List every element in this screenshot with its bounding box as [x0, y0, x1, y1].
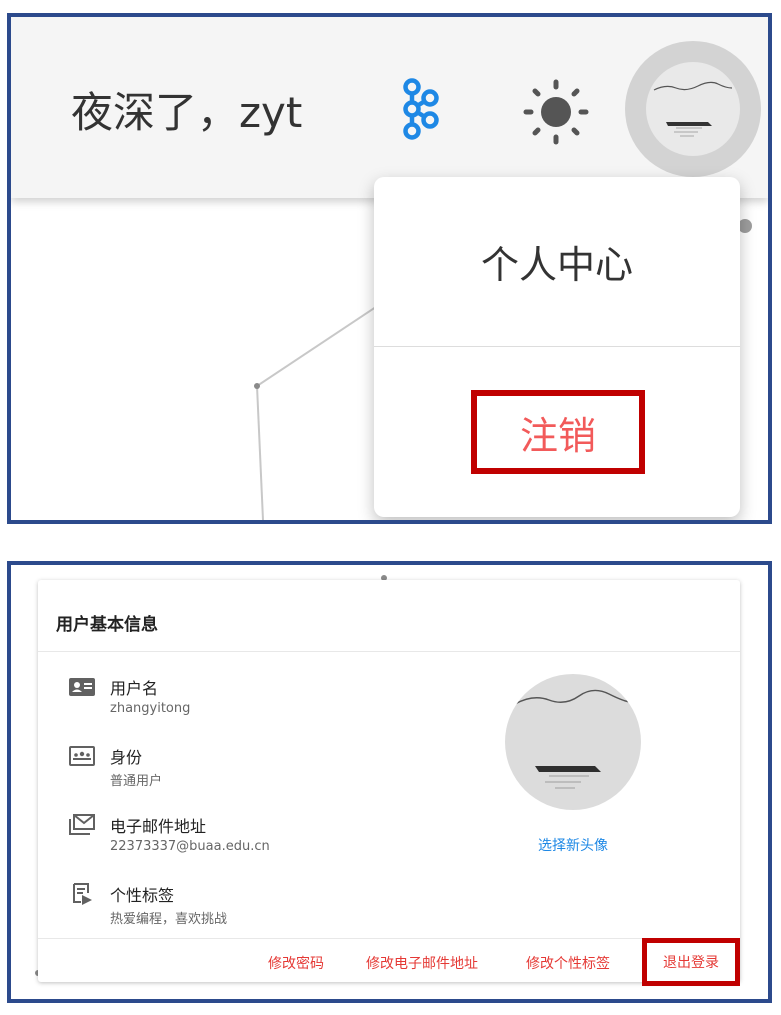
change-email-button[interactable]: 修改电子邮件地址 — [366, 953, 478, 973]
user-dropdown-menu: 个人中心 注销 — [374, 177, 740, 517]
avatar — [505, 674, 641, 810]
change-password-button[interactable]: 修改密码 — [268, 953, 324, 973]
avatar-painting — [514, 689, 632, 789]
card-title: 用户基本信息 — [56, 615, 158, 635]
id-card-icon — [69, 678, 95, 696]
user-info-card: 用户基本信息 用户名 zhangyitong 身份 普通用户 电子邮件地址 22… — [38, 580, 740, 986]
email-label: 电子邮件地址 — [110, 817, 207, 836]
identity-value: 普通用户 — [110, 774, 163, 789]
email-icon — [69, 814, 95, 835]
identity-label: 身份 — [110, 748, 143, 767]
tag-icon — [73, 883, 92, 905]
username-value: zhangyitong — [110, 701, 191, 716]
greeting-text: 夜深了，zyt — [71, 88, 303, 137]
email-value: 22373337@buaa.edu.cn — [110, 839, 270, 854]
tag-value: 热爱编程，喜欢挑战 — [110, 912, 228, 927]
bottom-screenshot-panel: 用户基本信息 用户名 zhangyitong 身份 普通用户 电子邮件地址 22… — [7, 561, 772, 1003]
info-email: 电子邮件地址 22373337@buaa.edu.cn — [68, 813, 408, 861]
scroll-indicator — [738, 219, 752, 233]
card-header-divider — [38, 651, 740, 652]
top-screenshot-panel: 夜深了，zyt 个人中心 注销 — [7, 13, 772, 524]
username-label: 用户名 — [110, 679, 159, 698]
sun-icon[interactable] — [523, 79, 589, 145]
app-bar: 夜深了，zyt — [11, 17, 768, 198]
avatar[interactable] — [625, 41, 761, 177]
card-footer-divider — [38, 938, 740, 939]
tag-label: 个性标签 — [110, 886, 175, 905]
menu-divider — [374, 346, 740, 347]
identity-icon — [69, 746, 95, 766]
menu-item-personal-center[interactable]: 个人中心 — [374, 177, 740, 346]
info-identity: 身份 普通用户 — [68, 744, 408, 792]
choose-new-avatar-link[interactable]: 选择新头像 — [506, 835, 640, 855]
info-username: 用户名 zhangyitong — [68, 675, 408, 723]
change-tag-button[interactable]: 修改个性标签 — [526, 953, 610, 973]
menu-item-logout[interactable]: 注销 — [471, 390, 645, 474]
logout-button[interactable]: 退出登录 — [642, 938, 740, 986]
kafka-icon[interactable] — [399, 77, 439, 141]
info-tag: 个性标签 热爱编程，喜欢挑战 — [68, 882, 408, 930]
avatar-image — [646, 62, 740, 156]
avatar-painting — [653, 81, 733, 137]
